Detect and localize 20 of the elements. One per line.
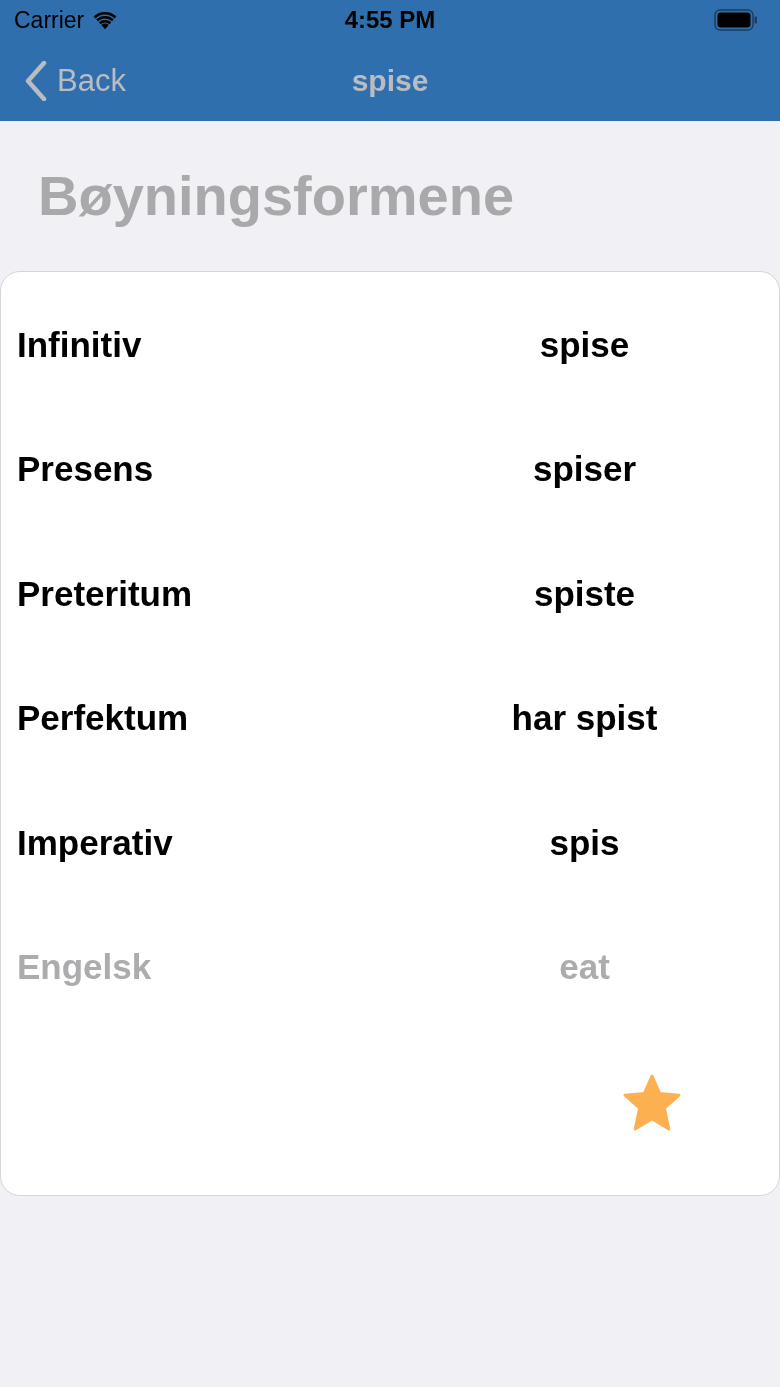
screen-title: spise bbox=[351, 65, 429, 96]
form-label: Presens bbox=[16, 451, 154, 487]
language-label: Engelsk bbox=[16, 949, 152, 985]
favorite-star-icon[interactable] bbox=[622, 1074, 682, 1132]
form-value: spise bbox=[539, 326, 630, 362]
translation-text: eat bbox=[559, 949, 610, 985]
form-value: spiste bbox=[533, 575, 636, 611]
form-value: har spist bbox=[511, 700, 658, 736]
form-value: spiser bbox=[532, 451, 637, 487]
form-label: Imperativ bbox=[16, 824, 173, 860]
form-label: Perfektum bbox=[16, 700, 189, 736]
carrier-label: Carrier bbox=[14, 8, 85, 32]
battery-icon bbox=[714, 9, 758, 31]
form-label: Infinitiv bbox=[16, 326, 142, 362]
clock-time: 4:55 PM bbox=[344, 8, 436, 32]
form-value: spis bbox=[549, 824, 620, 860]
wifi-icon bbox=[92, 10, 119, 30]
form-label: Preteritum bbox=[16, 575, 193, 611]
back-button[interactable]: Back bbox=[0, 50, 126, 111]
chevron-left-icon bbox=[25, 60, 47, 101]
